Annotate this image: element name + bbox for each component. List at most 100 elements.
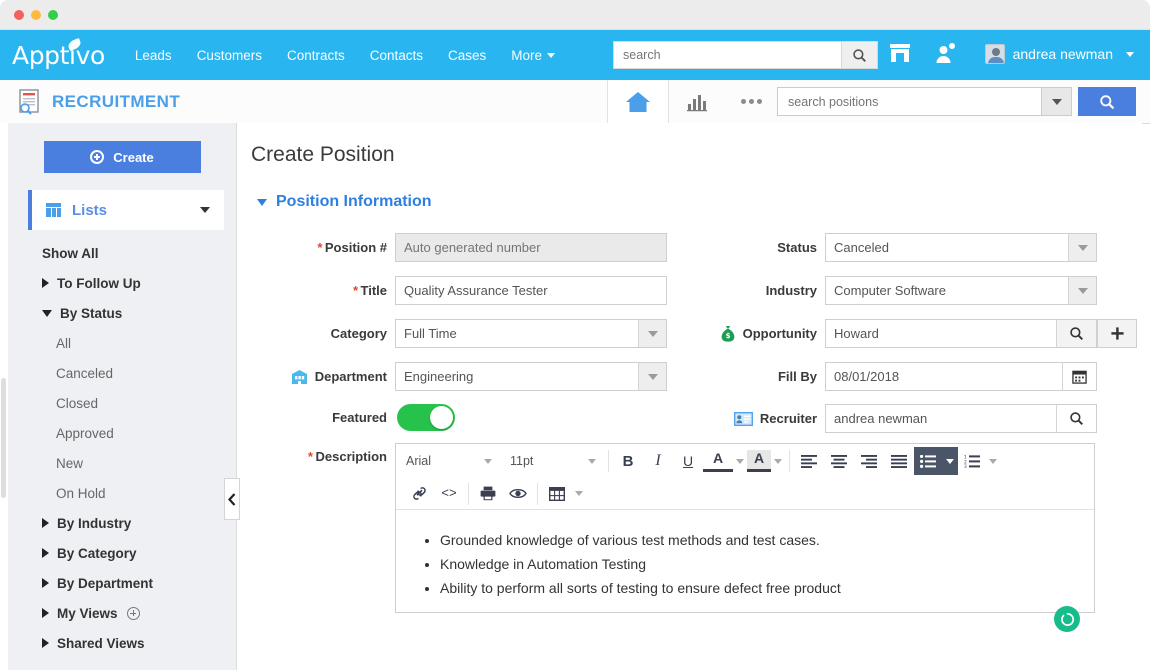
opportunity-field[interactable]	[825, 319, 1097, 348]
store-icon[interactable]	[888, 42, 912, 64]
position-search-button[interactable]	[1078, 87, 1136, 116]
global-search-input[interactable]	[614, 42, 841, 68]
home-button[interactable]	[607, 80, 669, 123]
opportunity-search-button[interactable]	[1056, 320, 1096, 347]
sidebar-item-new[interactable]: New	[8, 448, 236, 478]
position-search-dropdown[interactable]	[1041, 88, 1071, 115]
category-dropdown-button[interactable]	[638, 320, 666, 347]
sidebar-item-approved[interactable]: Approved	[8, 418, 236, 448]
nav-item-contacts[interactable]: Contacts	[370, 48, 423, 63]
description-editor-body[interactable]: Grounded knowledge of various test metho…	[396, 510, 1094, 644]
sidebar-item-by-category[interactable]: By Category	[8, 538, 236, 568]
recruiter-field[interactable]	[825, 404, 1097, 433]
sidebar-item-shared-views[interactable]: Shared Views	[8, 628, 236, 658]
nav-item-contracts[interactable]: Contracts	[287, 48, 345, 63]
category-field[interactable]	[395, 319, 667, 348]
nav-item-customers[interactable]: Customers	[197, 48, 262, 63]
help-widget-button[interactable]	[1054, 606, 1080, 632]
title-field[interactable]	[395, 276, 667, 305]
font-family-select[interactable]: Arial	[396, 444, 500, 478]
page-scrollbar[interactable]	[0, 123, 8, 670]
align-right-button[interactable]	[854, 447, 884, 475]
scrollbar-thumb[interactable]	[1, 378, 6, 498]
insert-link-button[interactable]	[404, 480, 434, 508]
status-dropdown-button[interactable]	[1068, 234, 1096, 261]
global-search[interactable]	[613, 41, 878, 69]
nav-item-more[interactable]: More	[511, 48, 555, 63]
recruiter-input[interactable]	[826, 405, 1056, 432]
opportunity-input[interactable]	[826, 320, 1056, 347]
spinner-icon	[1060, 612, 1075, 627]
sidebar-item-closed[interactable]: Closed	[8, 388, 236, 418]
nav-item-leads[interactable]: Leads	[135, 48, 172, 63]
reports-button[interactable]	[669, 92, 725, 112]
print-button[interactable]	[473, 480, 503, 508]
underline-button[interactable]: U	[673, 447, 703, 475]
department-dropdown-button[interactable]	[638, 363, 666, 390]
preview-button[interactable]	[503, 480, 533, 508]
featured-toggle[interactable]	[397, 404, 455, 431]
align-justify-button[interactable]	[884, 447, 914, 475]
align-center-button[interactable]	[824, 447, 854, 475]
fill-by-field[interactable]	[825, 362, 1097, 391]
status-field[interactable]	[825, 233, 1097, 262]
industry-input[interactable]	[826, 277, 1068, 304]
highlight-color-dropdown[interactable]	[771, 447, 785, 475]
opportunity-add-button[interactable]	[1097, 319, 1137, 348]
more-options-button[interactable]	[725, 99, 777, 104]
industry-field[interactable]	[825, 276, 1097, 305]
brand-logo[interactable]: Apptivo	[12, 41, 105, 70]
add-view-icon[interactable]	[127, 607, 140, 620]
insert-table-dropdown[interactable]	[572, 480, 586, 508]
ordered-list-button[interactable]: 1 2 3	[958, 447, 986, 475]
sidebar-item-by-department[interactable]: By Department	[8, 568, 236, 598]
text-color-button[interactable]: A	[703, 450, 733, 472]
unordered-list-dropdown[interactable]	[942, 447, 958, 475]
category-input[interactable]	[396, 320, 638, 347]
sidebar-collapse-button[interactable]	[224, 478, 240, 520]
position-search[interactable]	[777, 87, 1072, 116]
ordered-list-dropdown[interactable]	[986, 447, 1000, 475]
fill-by-calendar-button[interactable]	[1062, 363, 1096, 390]
source-code-button[interactable]: <>	[434, 480, 464, 508]
user-menu[interactable]: andrea newman	[985, 44, 1134, 64]
department-field[interactable]	[395, 362, 667, 391]
sidebar-item-by-industry[interactable]: By Industry	[8, 508, 236, 538]
chevron-down-icon	[588, 459, 596, 464]
maximize-icon[interactable]	[48, 10, 58, 20]
sidebar-item-canceled[interactable]: Canceled	[8, 358, 236, 388]
sidebar-item-show-all[interactable]: Show All	[8, 238, 236, 268]
position-search-input[interactable]	[778, 88, 1041, 115]
position-number-input[interactable]	[396, 234, 666, 261]
unordered-list-button[interactable]	[914, 447, 942, 475]
italic-button[interactable]: I	[643, 447, 673, 475]
align-left-button[interactable]	[794, 447, 824, 475]
highlight-color-button[interactable]: A	[747, 450, 771, 472]
position-information-section-header[interactable]: Position Information	[257, 193, 1142, 211]
position-number-field[interactable]	[395, 233, 667, 262]
minimize-icon[interactable]	[31, 10, 41, 20]
featured-label: Featured	[247, 410, 387, 425]
nav-item-cases[interactable]: Cases	[448, 48, 486, 63]
fill-by-input[interactable]	[826, 363, 1062, 390]
recruiter-search-button[interactable]	[1056, 405, 1096, 432]
lists-header[interactable]: Lists	[28, 190, 224, 230]
status-input[interactable]	[826, 234, 1068, 261]
industry-dropdown-button[interactable]	[1068, 277, 1096, 304]
text-color-dropdown[interactable]	[733, 447, 747, 475]
sidebar-item-my-views[interactable]: My Views	[8, 598, 236, 628]
bold-button[interactable]: B	[613, 447, 643, 475]
sidebar-item-all[interactable]: All	[8, 328, 236, 358]
global-search-button[interactable]	[841, 42, 877, 68]
department-input[interactable]	[396, 363, 638, 390]
font-size-select[interactable]: 11pt	[500, 444, 604, 478]
people-icon[interactable]	[934, 41, 958, 65]
title-input[interactable]	[396, 277, 666, 304]
sidebar-item-to-follow-up[interactable]: To Follow Up	[8, 268, 236, 298]
create-button[interactable]: Create	[44, 141, 201, 173]
insert-table-button[interactable]	[542, 480, 572, 508]
sidebar-item-by-status[interactable]: By Status	[8, 298, 236, 328]
close-icon[interactable]	[14, 10, 24, 20]
sidebar-item-on-hold[interactable]: On Hold	[8, 478, 236, 508]
title-label: *Title	[247, 283, 387, 298]
